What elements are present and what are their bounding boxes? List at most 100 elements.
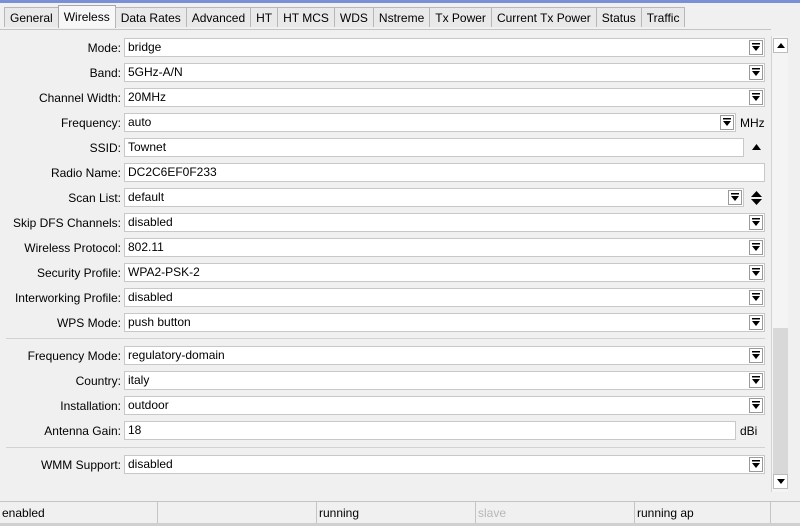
wireless-settings-panel: Mode: bridge Band: 5GHz-A/N Channel Widt… [0,29,771,492]
security-profile-dropdown-button[interactable] [749,265,763,280]
country-select[interactable]: italy [124,371,765,390]
tab-data-rates[interactable]: Data Rates [114,7,187,27]
dropdown-arrow-icon [752,68,760,76]
mode-select[interactable]: bridge [124,38,765,57]
dropdown-arrow-icon [752,460,760,468]
scan-list-label: Scan List: [68,191,121,205]
security-profile-label: Security Profile: [36,266,121,280]
tab-advanced[interactable]: Advanced [185,7,252,27]
dropdown-arrow-icon [723,118,731,126]
channel-width-select[interactable]: 20MHz [124,88,765,107]
tab-nstreme[interactable]: Nstreme [372,7,431,27]
wmm-support-select[interactable]: disabled [124,455,765,474]
wps-mode-label: WPS Mode: [56,316,121,330]
interworking-profile-select[interactable]: disabled [124,288,765,307]
window-top-border [0,0,800,3]
tab-ht-mcs[interactable]: HT MCS [277,7,335,27]
installation-label: Installation: [60,399,121,413]
tab-wds[interactable]: WDS [333,7,374,27]
scroll-down-icon [777,479,785,484]
wireless-protocol-dropdown-button[interactable] [749,240,763,255]
dropdown-arrow-icon [752,401,760,409]
antenna-gain-value: 18 [128,423,142,437]
status-bar: enabled running slave running ap [0,501,800,524]
scan-list-select[interactable]: default [124,188,744,207]
status-empty [158,502,317,524]
tab-ht[interactable]: HT [250,7,279,27]
frequency-mode-dropdown-button[interactable] [749,348,763,363]
tab-general[interactable]: General [4,7,59,27]
frequency-select[interactable]: auto [124,113,736,132]
skip-dfs-value: disabled [128,215,173,229]
dropdown-arrow-icon [752,376,760,384]
wireless-protocol-select[interactable]: 802.11 [124,238,765,257]
skip-dfs-select[interactable]: disabled [124,213,765,232]
country-label: Country: [75,374,121,388]
mode-value: bridge [128,40,162,54]
wps-mode-select[interactable]: push button [124,313,765,332]
section-divider [6,338,765,339]
ssid-value: Townet [128,140,167,154]
status-slave: slave [476,502,635,524]
scan-list-dropdown-button[interactable] [728,190,742,205]
radio-name-input[interactable]: DC2C6EF0F233 [124,163,765,182]
security-profile-select[interactable]: WPA2-PSK-2 [124,263,765,282]
scan-list-value: default [128,190,165,204]
tab-current-tx-power[interactable]: Current Tx Power [490,7,597,27]
frequency-dropdown-button[interactable] [720,115,734,130]
interworking-profile-dropdown-button[interactable] [749,290,763,305]
installation-select[interactable]: outdoor [124,396,765,415]
section-divider [6,447,765,448]
vertical-scrollbar[interactable] [771,36,788,492]
frequency-label: Frequency: [60,116,121,130]
dropdown-arrow-icon [752,43,760,51]
installation-dropdown-button[interactable] [749,398,763,413]
dropdown-arrow-icon [752,293,760,301]
scroll-up-button[interactable] [773,38,788,53]
wmm-support-dropdown-button[interactable] [749,457,763,472]
wps-mode-dropdown-button[interactable] [749,315,763,330]
radio-name-value: DC2C6EF0F233 [128,165,217,179]
antenna-gain-unit: dBi [740,424,758,438]
security-profile-value: WPA2-PSK-2 [128,265,200,279]
band-select[interactable]: 5GHz-A/N [124,63,765,82]
status-enabled: enabled [0,502,158,524]
mode-label: Mode: [87,41,121,55]
dropdown-arrow-icon [752,243,760,251]
wireless-protocol-label: Wireless Protocol: [24,241,121,255]
dropdown-arrow-icon [731,193,739,201]
wmm-support-label: WMM Support: [40,458,121,472]
frequency-mode-value: regulatory-domain [128,348,225,362]
channel-width-label: Channel Width: [38,91,121,105]
band-dropdown-button[interactable] [749,65,763,80]
frequency-unit: MHz [740,116,765,130]
country-dropdown-button[interactable] [749,373,763,388]
wireless-protocol-value: 802.11 [128,240,164,254]
scroll-down-button[interactable] [773,474,788,489]
frequency-mode-label: Frequency Mode: [27,349,121,363]
wmm-support-value: disabled [128,457,173,471]
collapse-up-icon[interactable] [752,144,761,150]
skip-dfs-dropdown-button[interactable] [749,215,763,230]
ssid-input[interactable]: Townet [124,138,744,157]
radio-name-label: Radio Name: [50,166,121,180]
skip-dfs-label: Skip DFS Channels: [12,216,121,230]
status-running-ap: running ap [635,502,771,524]
channel-width-dropdown-button[interactable] [749,90,763,105]
tab-tx-power[interactable]: Tx Power [429,7,492,27]
tab-traffic[interactable]: Traffic [640,7,686,27]
dropdown-arrow-icon [752,351,760,359]
frequency-mode-select[interactable]: regulatory-domain [124,346,765,365]
tab-wireless[interactable]: Wireless [57,5,116,28]
tab-bar: General Wireless Data Rates Advanced HT HT MC… [4,5,686,29]
antenna-gain-label: Antenna Gain: [44,424,121,438]
mode-dropdown-button[interactable] [749,40,763,55]
dropdown-arrow-icon [752,318,760,326]
wps-mode-value: push button [128,315,191,329]
antenna-gain-input[interactable]: 18 [124,421,736,440]
tab-status[interactable]: Status [595,7,642,27]
ssid-label: SSID: [89,141,121,155]
band-label: Band: [89,66,121,80]
scrollbar-thumb[interactable] [773,328,788,476]
up-down-arrows-icon[interactable] [751,191,762,205]
